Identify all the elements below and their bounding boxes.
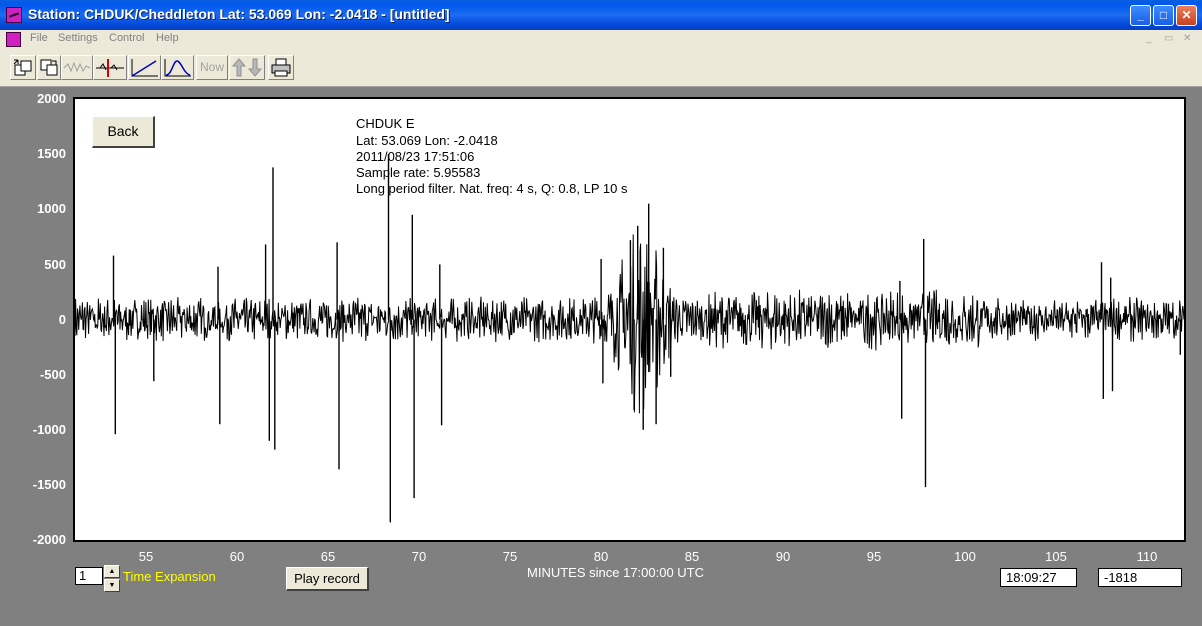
time-expansion-input[interactable]: 1: [75, 567, 103, 585]
scroll-arrows-button[interactable]: [229, 55, 265, 80]
cursor-value-readout: -1818: [1098, 568, 1182, 587]
close-button[interactable]: ✕: [1176, 5, 1197, 26]
bell-curve-icon: [164, 59, 191, 77]
now-button[interactable]: Now: [196, 55, 228, 80]
menu-file[interactable]: File: [30, 32, 48, 44]
open-file-button[interactable]: [10, 55, 36, 80]
y-tick-label: -500: [39, 367, 66, 382]
minimize-button[interactable]: _: [1130, 5, 1151, 26]
app-icon: [6, 7, 22, 23]
sample-rate: Sample rate: 5.95583: [356, 165, 481, 180]
spin-down-button[interactable]: ▼: [104, 579, 120, 592]
station-coordinates: Lat: 53.069 Lon: -2.0418: [356, 133, 498, 148]
x-tick-label: 100: [954, 549, 976, 564]
x-tick-label: 80: [593, 549, 609, 564]
back-button[interactable]: Back: [92, 116, 155, 148]
seismogram-trace: [75, 154, 1184, 523]
x-tick-label: 60: [229, 549, 245, 564]
menu-bar: File Settings Control Help _ ▭ ✕: [0, 30, 1202, 49]
x-axis-label: MINUTES since 17:00:00 UTC: [527, 565, 705, 580]
trace-line: [75, 234, 1184, 414]
spin-up-button[interactable]: ▲: [104, 565, 120, 578]
y-tick-label: -1000: [32, 422, 66, 437]
linear-ramp-icon: [131, 59, 158, 77]
document-icon[interactable]: [6, 32, 21, 47]
open-file-icon: [13, 59, 32, 76]
seismogram-plot[interactable]: [73, 97, 1186, 542]
linear-ramp-button[interactable]: [128, 55, 161, 80]
filter-description: Long period filter. Nat. freq: 4 s, Q: 0…: [356, 181, 628, 196]
play-record-button[interactable]: Play record: [286, 567, 369, 591]
y-tick-label: -1500: [32, 477, 66, 492]
y-tick-label: 2000: [37, 91, 66, 106]
x-tick-label: 75: [502, 549, 518, 564]
up-down-arrows-icon: [231, 58, 263, 77]
menu-help[interactable]: Help: [156, 32, 179, 44]
station-channel: CHDUK E: [356, 116, 415, 131]
window-title: Station: CHDUK/Cheddleton Lat: 53.069 Lo…: [28, 6, 450, 22]
waveform-button[interactable]: [61, 55, 93, 80]
x-tick-label: 95: [866, 549, 882, 564]
y-tick-label: -2000: [32, 532, 66, 547]
x-tick-label: 90: [775, 549, 791, 564]
bell-curve-button[interactable]: [161, 55, 194, 80]
time-expansion-label: Time Expansion: [123, 569, 216, 584]
title-bar[interactable]: Station: CHDUK/Cheddleton Lat: 53.069 Lo…: [0, 0, 1202, 30]
x-tick-label: 55: [138, 549, 154, 564]
save-file-icon: [40, 59, 58, 76]
menu-settings[interactable]: Settings: [58, 32, 98, 44]
mdi-close-button[interactable]: ✕: [1183, 33, 1191, 44]
print-button[interactable]: [268, 55, 294, 80]
x-tick-label: 105: [1045, 549, 1067, 564]
marker-cursor-icon: [96, 59, 124, 77]
maximize-button[interactable]: □: [1153, 5, 1174, 26]
y-tick-label: 1500: [37, 146, 66, 161]
y-tick-label: 1000: [37, 201, 66, 216]
mdi-restore-button[interactable]: ▭: [1164, 33, 1173, 44]
x-tick-label: 85: [684, 549, 700, 564]
x-tick-label: 70: [411, 549, 427, 564]
x-tick-label: 110: [1136, 549, 1158, 564]
toolbar: Now: [0, 49, 1202, 87]
record-datetime: 2011/08/23 17:51:06: [356, 149, 475, 164]
printer-icon: [271, 58, 291, 77]
cursor-time-readout: 18:09:27: [1000, 568, 1077, 587]
y-tick-label: 500: [44, 257, 66, 272]
x-tick-label: 65: [320, 549, 336, 564]
marker-cursor-button[interactable]: [93, 55, 127, 80]
menu-control[interactable]: Control: [109, 32, 144, 44]
y-tick-label: 0: [58, 312, 66, 327]
waveform-icon: [63, 61, 91, 73]
save-file-button[interactable]: [37, 55, 61, 80]
mdi-minimize-button[interactable]: _: [1146, 33, 1152, 44]
